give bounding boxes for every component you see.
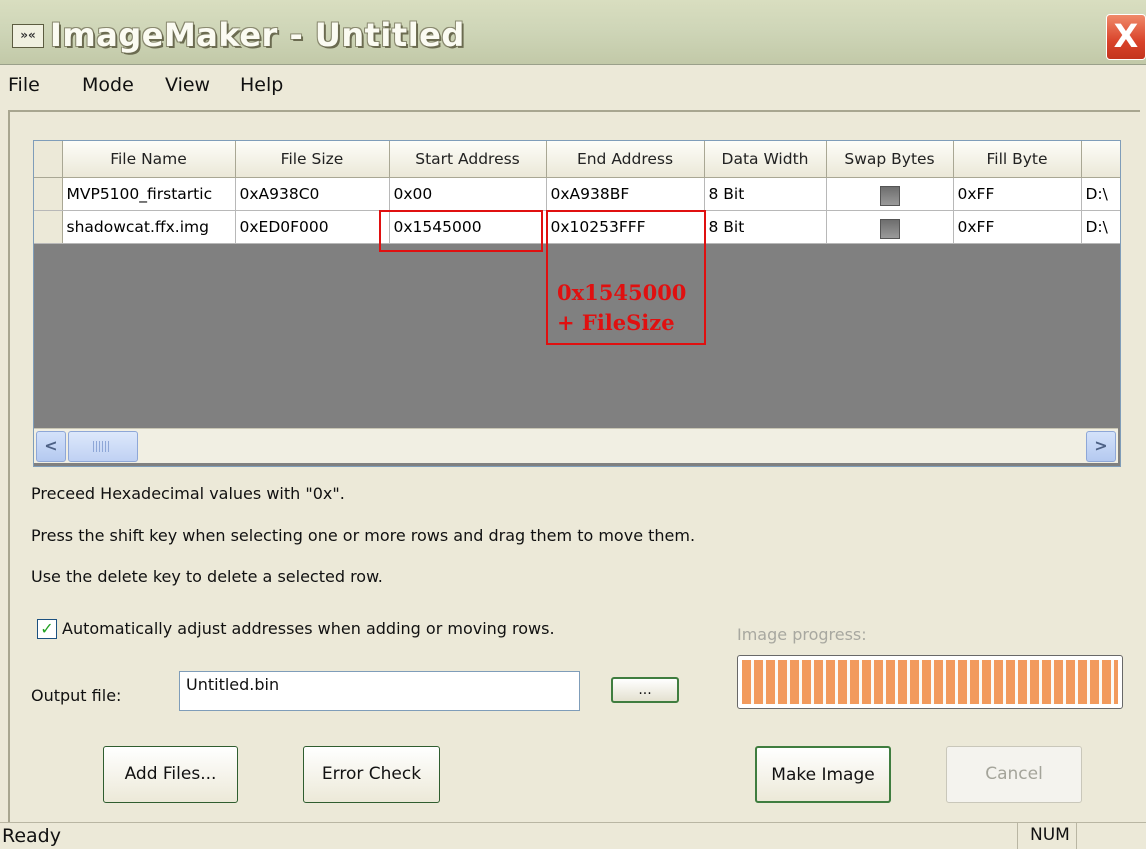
make-image-button[interactable]: Make Image bbox=[755, 746, 891, 803]
column-header-file-size[interactable]: File Size bbox=[235, 141, 390, 178]
progress-fill bbox=[742, 660, 1118, 704]
annotation-line-1: 0x1545000 bbox=[557, 280, 687, 305]
cell-file-size[interactable]: 0xED0F000 bbox=[235, 210, 390, 244]
column-header-end-address[interactable]: End Address bbox=[546, 141, 705, 178]
cell-path[interactable]: D:\ bbox=[1081, 210, 1120, 244]
menu-help[interactable]: Help bbox=[240, 74, 283, 96]
scroll-left-icon[interactable]: < bbox=[36, 431, 66, 462]
hint-delete-row: Use the delete key to delete a selected … bbox=[31, 567, 383, 586]
hint-shift-drag: Press the shift key when selecting one o… bbox=[31, 526, 696, 545]
cancel-button[interactable]: Cancel bbox=[946, 746, 1082, 803]
cell-swap-bytes[interactable] bbox=[826, 210, 954, 244]
column-header-fill-byte[interactable]: Fill Byte bbox=[953, 141, 1082, 178]
column-header-start-address[interactable]: Start Address bbox=[389, 141, 547, 178]
window-title: ImageMaker - Untitled bbox=[50, 16, 465, 54]
swap-bytes-checkbox[interactable] bbox=[879, 219, 900, 239]
row-header-corner[interactable] bbox=[34, 141, 63, 178]
error-check-button[interactable]: Error Check bbox=[303, 746, 440, 803]
grip-icon bbox=[93, 441, 111, 452]
auto-adjust-checkbox[interactable]: ✓ bbox=[37, 619, 57, 639]
horizontal-scrollbar[interactable]: < > bbox=[34, 428, 1118, 463]
column-header-path[interactable] bbox=[1081, 141, 1120, 178]
auto-adjust-label[interactable]: Automatically adjust addresses when addi… bbox=[62, 619, 555, 638]
table-header: File Name File Size Start Address End Ad… bbox=[34, 141, 1120, 178]
column-header-swap-bytes[interactable]: Swap Bytes bbox=[826, 141, 954, 178]
output-file-label: Output file: bbox=[31, 686, 122, 705]
swap-bytes-checkbox[interactable] bbox=[879, 186, 900, 206]
cell-end-address[interactable]: 0x10253FFF bbox=[546, 210, 705, 244]
image-progress-bar bbox=[737, 655, 1123, 709]
cell-swap-bytes[interactable] bbox=[826, 177, 954, 211]
row-selector[interactable] bbox=[34, 177, 63, 211]
column-header-file-name[interactable]: File Name bbox=[62, 141, 236, 178]
menu-view[interactable]: View bbox=[165, 74, 210, 96]
column-header-data-width[interactable]: Data Width bbox=[704, 141, 827, 178]
cell-path[interactable]: D:\ bbox=[1081, 177, 1120, 211]
menu-bar: File Mode View Help bbox=[0, 66, 1146, 104]
hint-hex-prefix: Preceed Hexadecimal values with "0x". bbox=[31, 484, 345, 503]
file-table: File Name File Size Start Address End Ad… bbox=[34, 141, 1120, 244]
status-text: Ready bbox=[2, 825, 61, 847]
scroll-right-icon[interactable]: > bbox=[1086, 431, 1116, 462]
num-lock-indicator: NUM bbox=[1017, 823, 1077, 849]
cell-fill-byte[interactable]: 0xFF bbox=[953, 177, 1082, 211]
cell-start-address[interactable]: 0x1545000 bbox=[389, 210, 547, 244]
table-row[interactable]: shadowcat.ffx.img 0xED0F000 0x1545000 0x… bbox=[34, 210, 1120, 244]
menu-mode[interactable]: Mode bbox=[82, 74, 134, 96]
cell-data-width[interactable]: 8 Bit bbox=[704, 177, 827, 211]
browse-button[interactable]: ... bbox=[611, 677, 679, 703]
table-row[interactable]: MVP5100_firstartic 0xA938C0 0x00 0xA938B… bbox=[34, 177, 1120, 211]
cell-file-name[interactable]: shadowcat.ffx.img bbox=[62, 210, 236, 244]
app-icon[interactable]: »« bbox=[12, 24, 44, 48]
scroll-thumb[interactable] bbox=[68, 431, 138, 462]
cell-end-address[interactable]: 0xA938BF bbox=[546, 177, 705, 211]
add-files-button[interactable]: Add Files... bbox=[103, 746, 238, 803]
cell-file-size[interactable]: 0xA938C0 bbox=[235, 177, 390, 211]
status-bar: Ready NUM bbox=[0, 822, 1146, 849]
row-selector[interactable] bbox=[34, 210, 63, 244]
output-file-field[interactable]: Untitled.bin bbox=[179, 671, 580, 711]
progress-label: Image progress: bbox=[737, 625, 867, 644]
cell-fill-byte[interactable]: 0xFF bbox=[953, 210, 1082, 244]
menu-file[interactable]: File bbox=[8, 74, 40, 96]
cell-start-address[interactable]: 0x00 bbox=[389, 177, 547, 211]
title-bar[interactable]: »« ImageMaker - Untitled X bbox=[0, 0, 1146, 65]
cell-file-name[interactable]: MVP5100_firstartic bbox=[62, 177, 236, 211]
annotation-line-2: + FileSize bbox=[557, 310, 675, 335]
cell-data-width[interactable]: 8 Bit bbox=[704, 210, 827, 244]
close-button[interactable]: X bbox=[1106, 14, 1146, 60]
